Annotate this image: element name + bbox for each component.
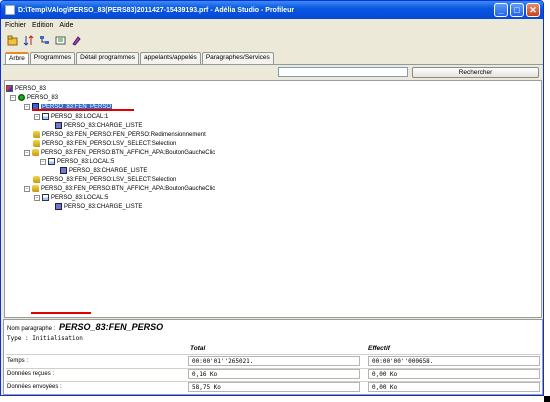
tree-node-label: PERSO_83:FEN_PERSO:BTN_AFFICH_APA:Bouton… bbox=[41, 185, 216, 192]
tab-paragraphes-services[interactable]: Paragraphes/Services bbox=[201, 52, 274, 64]
tree-node-local[interactable]: − PERSO_83:LOCAL:1 bbox=[34, 112, 108, 121]
annotation-underline bbox=[32, 109, 134, 111]
paragraph-type: Type : Initialisation bbox=[7, 335, 83, 342]
tree-node-label: PERSO_83:FEN_PERSO:BTN_AFFICH_APA:Bouton… bbox=[41, 149, 216, 156]
paragraph-info-panel: Nom paragraphe : PERSO_83:FEN_PERSO Type… bbox=[3, 319, 543, 395]
app-icon bbox=[5, 5, 15, 15]
collapse-icon[interactable]: − bbox=[34, 113, 40, 120]
paragraph-name-row: Nom paragraphe : PERSO_83:FEN_PERSO bbox=[7, 322, 163, 332]
program-icon bbox=[18, 94, 25, 101]
collapse-icon[interactable]: − bbox=[24, 185, 30, 192]
collapse-icon[interactable]: − bbox=[24, 103, 30, 110]
event-icon bbox=[33, 140, 40, 147]
search-input[interactable] bbox=[278, 67, 408, 77]
tab-programmes[interactable]: Programmes bbox=[29, 52, 76, 64]
tab-divider bbox=[3, 64, 543, 65]
open-icon[interactable] bbox=[7, 35, 18, 46]
tree-node-label: PERSO_83:FEN_PERSO:LSV_SELECT:Selection bbox=[42, 176, 177, 183]
column-header-total: Total bbox=[190, 345, 206, 352]
procedure-icon bbox=[60, 167, 67, 174]
collapse-icon[interactable]: − bbox=[10, 94, 16, 101]
collapse-icon[interactable]: − bbox=[34, 194, 40, 201]
maximize-button[interactable]: □ bbox=[510, 3, 524, 17]
tree-node-event[interactable]: − PERSO_83:FEN_PERSO:BTN_AFFICH_APA:Bout… bbox=[24, 184, 215, 193]
menu-bar: Fichier Edition Aide bbox=[1, 19, 543, 31]
tools-icon[interactable] bbox=[55, 35, 66, 46]
title-bar[interactable]: D:\Temp\VAlog\PERSO_83(PERS83)2011427-15… bbox=[1, 1, 543, 19]
event-icon bbox=[33, 176, 40, 183]
event-icon bbox=[33, 131, 40, 138]
tree-node-procedure[interactable]: PERSO_83:CHARGE_LISTE bbox=[60, 166, 147, 175]
tree-node-label: PERSO_83:CHARGE_LISTE bbox=[69, 167, 148, 174]
tree-node-label: PERSO_83 bbox=[27, 94, 59, 101]
donnees-envoyees-effectif-value: 0,00 Ko bbox=[368, 382, 540, 392]
corner-mark bbox=[544, 396, 550, 402]
tree-node-event[interactable]: PERSO_83:FEN_PERSO:FEN_PERSO:Redimension… bbox=[33, 130, 206, 139]
annotation-underline bbox=[31, 312, 91, 314]
window-controls: _ □ ✕ bbox=[494, 3, 540, 17]
paragraph-name-value: PERSO_83:FEN_PERSO bbox=[59, 322, 164, 332]
tree-node-label: PERSO_83:CHARGE_LISTE bbox=[64, 122, 143, 129]
tree-node-local[interactable]: − PERSO_83:LOCAL:5 bbox=[40, 157, 114, 166]
toolbar bbox=[1, 32, 543, 48]
tree-node-root[interactable]: PERSO_83 bbox=[6, 84, 46, 93]
search-button[interactable]: Rechercher bbox=[412, 67, 539, 78]
local-icon bbox=[42, 194, 49, 201]
tree-icon[interactable] bbox=[39, 35, 50, 46]
tree-node-label: PERSO_83:FEN_PERSO:LSV_SELECT:Selection bbox=[42, 140, 177, 147]
donnees-envoyees-total-value: 58,75 Ko bbox=[188, 382, 360, 392]
donnees-recues-total-value: 0,16 Ko bbox=[188, 369, 360, 379]
column-header-effectif: Effectif bbox=[368, 345, 390, 352]
tree-node-label: PERSO_83:LOCAL:1 bbox=[51, 113, 109, 120]
collapse-icon[interactable]: − bbox=[24, 149, 30, 156]
menu-fichier[interactable]: Fichier bbox=[5, 22, 26, 29]
minimize-button[interactable]: _ bbox=[494, 3, 508, 17]
tab-appelants-appeles[interactable]: appelants/appelés bbox=[140, 52, 201, 64]
tree-node-label: PERSO_83:FEN_PERSO:FEN_PERSO:Redimension… bbox=[42, 131, 206, 138]
tree-node-label: PERSO_83:LOCAL:5 bbox=[57, 158, 115, 165]
procedure-icon bbox=[55, 122, 62, 129]
event-icon bbox=[32, 149, 39, 156]
temps-effectif-value: 00:00'00''000658. bbox=[368, 356, 540, 366]
main-window: D:\Temp\VAlog\PERSO_83(PERS83)2011427-15… bbox=[0, 0, 544, 396]
tree-view[interactable]: PERSO_83 − PERSO_83 − PERSO_83:FEN_PERSO… bbox=[4, 80, 542, 318]
tree-node-program[interactable]: − PERSO_83 bbox=[10, 93, 58, 102]
window-title: D:\Temp\VAlog\PERSO_83(PERS83)2011427-15… bbox=[18, 6, 295, 14]
tree-node-label: PERSO_83:CHARGE_LISTE bbox=[64, 203, 143, 210]
tab-detail-programmes[interactable]: Détail programmes bbox=[76, 52, 140, 64]
collapse-icon[interactable]: − bbox=[40, 158, 46, 165]
tree-node-local[interactable]: − PERSO_83:LOCAL:5 bbox=[34, 193, 108, 202]
event-icon bbox=[32, 185, 39, 192]
sort-icon[interactable] bbox=[23, 34, 34, 46]
application-icon bbox=[6, 85, 13, 92]
divider bbox=[6, 354, 541, 355]
tree-node-event[interactable]: PERSO_83:FEN_PERSO:LSV_SELECT:Selection bbox=[33, 139, 176, 148]
local-icon bbox=[48, 158, 55, 165]
menu-edition[interactable]: Edition bbox=[32, 22, 53, 29]
row-label-donnees-recues: Données reçues : bbox=[7, 371, 55, 377]
tree-node-procedure[interactable]: PERSO_83:CHARGE_LISTE bbox=[55, 121, 142, 130]
local-icon bbox=[42, 113, 49, 120]
tree-node-procedure[interactable]: PERSO_83:CHARGE_LISTE bbox=[55, 202, 142, 211]
tree-node-event[interactable]: PERSO_83:FEN_PERSO:LSV_SELECT:Selection bbox=[33, 175, 176, 184]
procedure-icon bbox=[55, 203, 62, 210]
paragraph-name-label: Nom paragraphe : bbox=[7, 326, 56, 332]
help-icon[interactable] bbox=[71, 35, 82, 46]
row-label-temps: Temps : bbox=[7, 358, 29, 364]
close-button[interactable]: ✕ bbox=[526, 3, 540, 17]
donnees-recues-effectif-value: 0,00 Ko bbox=[368, 369, 540, 379]
temps-total-value: 00:00'01''265021. bbox=[188, 356, 360, 366]
tree-node-label: PERSO_83:LOCAL:5 bbox=[51, 194, 109, 201]
menu-aide[interactable]: Aide bbox=[59, 22, 73, 29]
tree-node-event[interactable]: − PERSO_83:FEN_PERSO:BTN_AFFICH_APA:Bout… bbox=[24, 148, 215, 157]
row-label-donnees-envoyees: Données envoyées : bbox=[7, 384, 62, 390]
tree-node-label: PERSO_83 bbox=[15, 85, 47, 92]
